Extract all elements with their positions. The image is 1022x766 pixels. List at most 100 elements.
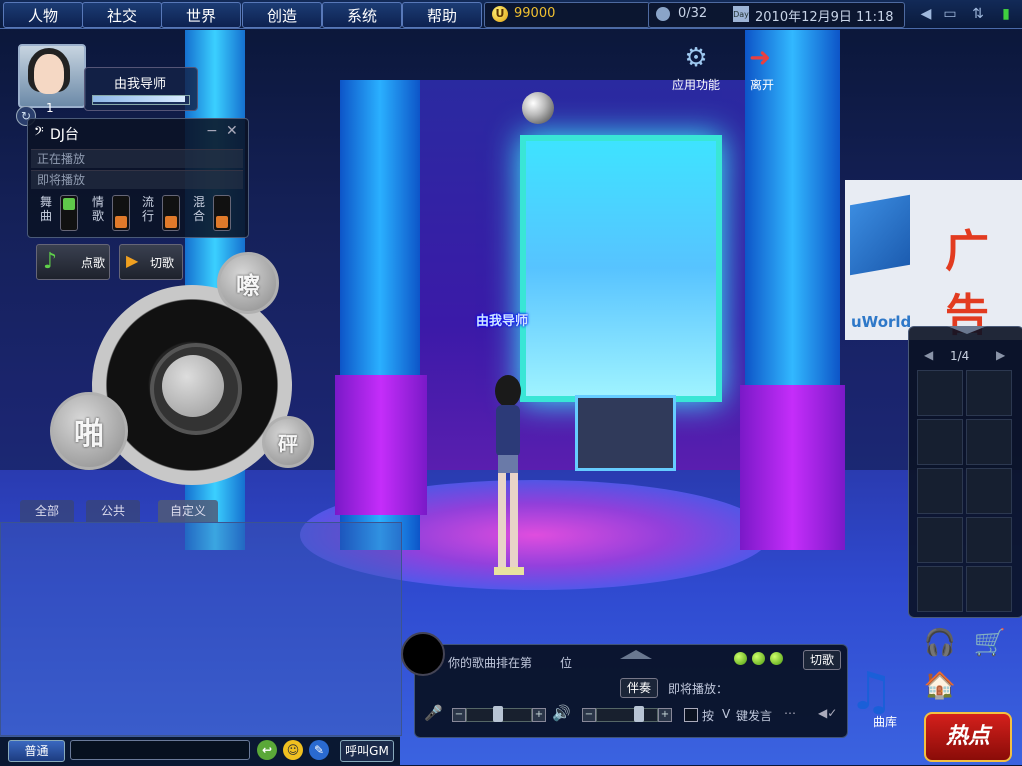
home-icon[interactable]: 🏠 [922,668,958,704]
switch-knob-off [216,216,228,228]
pillar-left-base [335,375,427,515]
signal-icon: ▮ [1002,6,1010,22]
skip-song-button[interactable]: ▶ 切歌 [119,244,183,280]
call-gm-button[interactable]: 呼叫GM [340,740,394,762]
switch-knob-off [115,216,127,228]
chat-channel-button[interactable]: 普通 [8,740,65,762]
quick-slot[interactable] [966,468,1012,514]
music-cut-button[interactable]: 切歌 [803,650,841,670]
press-v-text-b: 键发言 [736,709,773,723]
shopping-cart-icon[interactable]: 🛒 [972,625,1008,661]
menu-world[interactable]: 世界 [161,2,241,28]
chat-tab-all[interactable]: 全部 [20,500,74,522]
genre-pop-label: 流行 [142,195,155,223]
press-v-checkbox[interactable] [684,708,698,722]
player-avatar-character[interactable] [488,375,532,585]
menu-social[interactable]: 社交 [82,2,162,28]
vol-plus-button[interactable]: + [658,708,672,722]
request-song-label: 点歌 [81,256,106,270]
player-hp-fill [93,96,185,102]
music-disc-icon [401,632,445,676]
mic-plus-button[interactable]: + [532,708,546,722]
volume-slider-thumb[interactable] [634,706,644,722]
npc-name-tag[interactable]: 由我导师 [476,310,528,329]
menu-character[interactable]: 人物 [3,2,83,28]
bass-clef-icon: 𝄢 [34,124,44,142]
quick-slot[interactable] [917,468,963,514]
network-icon[interactable]: ⇅ [970,6,986,22]
uworld-logo-cube [850,194,910,276]
app-functions-label[interactable]: 应用功能 [666,76,726,93]
dots-icon[interactable]: ⋯ [784,706,796,720]
stage-door [575,395,676,471]
request-song-button[interactable]: ♪ 点歌 [36,244,110,280]
quick-slot[interactable] [917,566,963,612]
expand-up-icon[interactable] [620,650,652,659]
quick-slot[interactable] [966,370,1012,416]
genre-mix[interactable]: 混合 [193,195,233,235]
mic-minus-button[interactable]: − [452,708,466,722]
quick-slot[interactable] [917,517,963,563]
volume-slider[interactable] [596,708,658,722]
accompaniment-button[interactable]: 伴奏 [620,678,658,698]
menu-system[interactable]: 系统 [322,2,402,28]
play-arrow-icon: ▶ [126,251,139,270]
music-note-icon: ♪ [43,249,58,274]
chat-tab-public[interactable]: 公共 [86,500,140,522]
genre-pop[interactable]: 流行 [142,195,182,235]
stage-screen [520,135,722,402]
menu-create[interactable]: 创造 [242,2,322,28]
queue-suffix: 位 [560,656,573,670]
page-indicator: 1/4 [950,349,970,363]
sound-pa-button[interactable]: 啪 [50,392,128,470]
genre-love-label: 情歌 [92,195,105,223]
action-icon[interactable]: ✎ [309,740,329,760]
genre-dance-switch[interactable] [60,195,78,231]
genre-mix-switch[interactable] [213,195,231,231]
chat-tab-custom[interactable]: 自定义 [158,500,218,522]
minimize-icon[interactable]: − [206,123,218,139]
headphones-icon[interactable]: 🎧 [922,625,958,661]
player-level: 1 [46,101,54,115]
hot-spot-button[interactable]: 热点 [924,712,1012,762]
genre-love-switch[interactable] [112,195,130,231]
currency-amount: 99000 [514,6,556,21]
leave-door-icon[interactable]: ➜ [742,42,778,74]
inventory-slot-icon [656,7,670,21]
mute-icon[interactable]: ◀✓ [818,706,837,720]
menu-help[interactable]: 帮助 [402,2,482,28]
green-light-icon [734,652,747,665]
page-prev-icon[interactable]: ◀ [924,348,933,362]
now-playing-row: 正在播放 [31,149,243,168]
send-icon[interactable]: ↩ [257,740,277,760]
chat-log[interactable] [0,522,402,736]
leave-label[interactable]: 离开 [732,76,792,93]
quick-slot[interactable] [966,566,1012,612]
speaker-icon: 🔊 [552,704,571,722]
quick-slot[interactable] [966,419,1012,465]
banner-brand: uWorld [851,313,912,331]
genre-dance[interactable]: 舞曲 [40,195,80,235]
close-icon[interactable]: ✕ [226,123,238,139]
sound-peng-button[interactable]: 砰 [262,416,314,468]
portrait-face [34,54,64,94]
collapse-left-icon[interactable]: ◀ [918,6,934,22]
collapse-down-icon[interactable] [947,326,987,334]
emoji-icon[interactable]: ☺ [283,740,303,760]
genre-love[interactable]: 情歌 [92,195,132,235]
app-functions-icon[interactable]: ⚙ [678,42,714,74]
calendar-icon: Day [733,6,749,22]
turntable-center[interactable] [162,355,224,417]
chat-input[interactable] [70,740,250,760]
vol-minus-button[interactable]: − [582,708,596,722]
quick-slot[interactable] [917,370,963,416]
microphone-icon: 🎤 [424,704,443,722]
sound-cha-button[interactable]: 嚓 [217,252,279,314]
music-library-label[interactable]: 曲库 [873,713,897,730]
quick-slot[interactable] [966,517,1012,563]
mic-slider-thumb[interactable] [493,706,503,722]
screen-icon[interactable]: ▭ [942,6,958,22]
page-next-icon[interactable]: ▶ [996,348,1005,362]
quick-slot[interactable] [917,419,963,465]
genre-pop-switch[interactable] [162,195,180,231]
